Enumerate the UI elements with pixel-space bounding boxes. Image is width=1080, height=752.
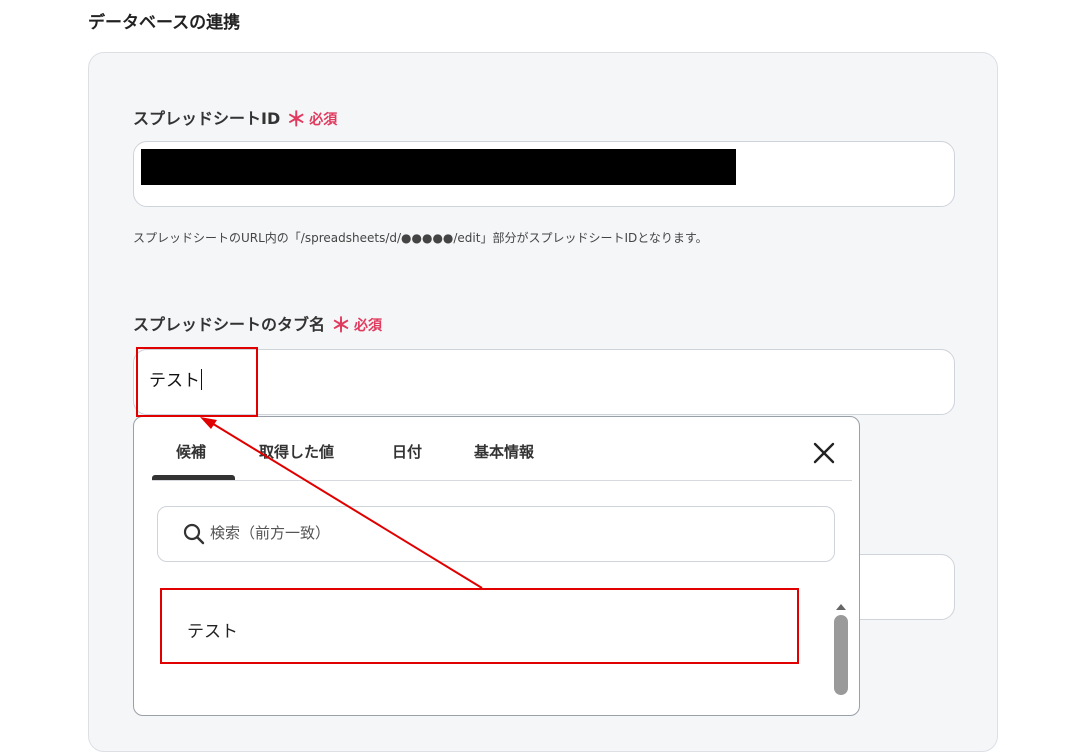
section-title: データベースの連携 <box>88 13 241 33</box>
tab-divider <box>152 480 852 481</box>
annotation-box-item <box>160 588 799 664</box>
sheet-tab-label: スプレッドシートのタブ名 ＊必須 <box>133 309 382 338</box>
spreadsheet-id-help: スプレッドシートのURL内の「/spreadsheets/d/●●●●●/edi… <box>133 231 708 245</box>
scrollbar-thumb[interactable] <box>834 615 848 695</box>
required-asterisk: ＊ <box>331 313 352 337</box>
spreadsheet-id-label-text: スプレッドシートID <box>133 109 281 128</box>
required-asterisk: ＊ <box>286 107 307 131</box>
search-input[interactable] <box>210 520 810 546</box>
redacted-value <box>141 149 736 185</box>
annotation-box-input <box>136 347 258 417</box>
close-icon[interactable] <box>810 439 838 467</box>
tab-candidates[interactable]: 候補 <box>176 441 206 462</box>
tab-fetched-values[interactable]: 取得した値 <box>259 441 334 462</box>
search-icon <box>183 523 205 545</box>
sheet-tab-label-text: スプレッドシートのタブ名 <box>133 315 326 334</box>
required-text: 必須 <box>354 318 383 334</box>
spreadsheet-id-label: スプレッドシートID ＊必須 <box>133 103 337 132</box>
tab-basic-info[interactable]: 基本情報 <box>474 441 534 462</box>
chevron-up-icon[interactable] <box>834 597 848 610</box>
required-text: 必須 <box>309 112 338 128</box>
tab-date[interactable]: 日付 <box>392 441 422 462</box>
